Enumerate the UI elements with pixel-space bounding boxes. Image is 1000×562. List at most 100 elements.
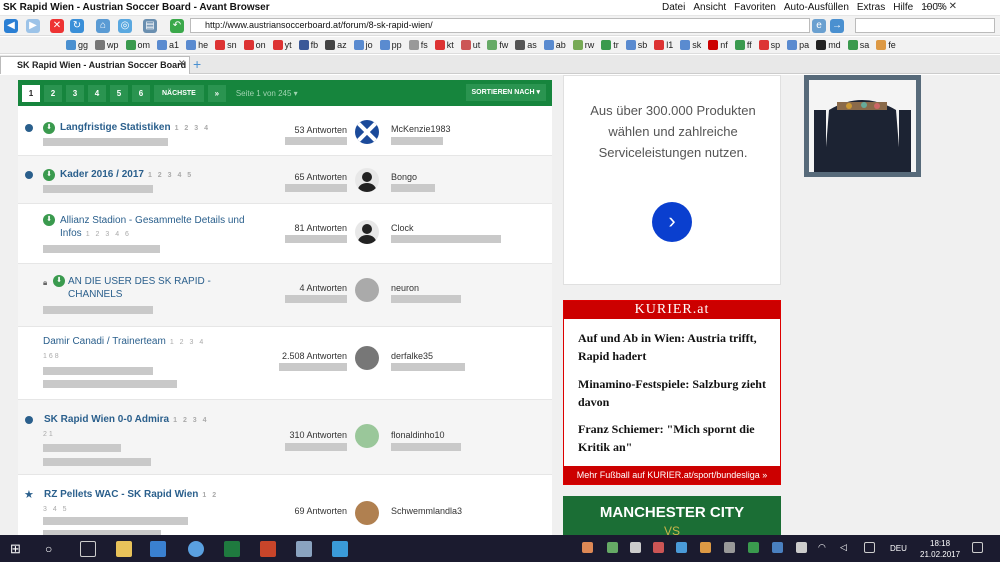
- topic-title[interactable]: Langfristige Statistiken 1 2 3 4: [60, 122, 210, 133]
- topic-pages[interactable]: 1 2 3 4: [170, 339, 205, 346]
- topic-pages[interactable]: 1 2 3 4: [175, 125, 210, 132]
- topic-row[interactable]: ⬇ Kader 2016 / 2017 1 2 3 4 5 65 Antworte…: [18, 156, 552, 204]
- ad-arrow-button[interactable]: ›: [652, 202, 692, 242]
- bookmark-md[interactable]: md: [816, 40, 841, 50]
- kurier-more-link[interactable]: Mehr Fußball auf KURIER.at/sport/bundesl…: [564, 466, 780, 484]
- tray-app-icon[interactable]: [724, 542, 735, 553]
- last-poster[interactable]: Schwemmlandla3: [391, 506, 462, 516]
- bookmark-sa[interactable]: sa: [847, 40, 869, 50]
- bookmark-kt[interactable]: kt: [434, 40, 454, 50]
- page-2[interactable]: 2: [44, 84, 62, 102]
- bookmark-fs[interactable]: fs: [408, 40, 428, 50]
- volume-icon[interactable]: ◁: [840, 542, 851, 553]
- tray-app-icon[interactable]: [700, 542, 711, 553]
- bookmark-jo[interactable]: jo: [353, 40, 373, 50]
- task-view-icon[interactable]: [80, 541, 96, 557]
- back-icon[interactable]: ◀: [4, 19, 18, 33]
- bookmark-gg[interactable]: gg: [66, 40, 88, 50]
- forward-icon[interactable]: ▶: [26, 19, 40, 33]
- undo-icon[interactable]: ↶: [170, 19, 184, 33]
- bookmark-ab[interactable]: ab: [543, 40, 566, 50]
- tray-app-icon[interactable]: [607, 542, 618, 553]
- topic-pages[interactable]: 1 2 3 4: [173, 417, 208, 424]
- bookmark-tr[interactable]: tr: [601, 40, 619, 50]
- bookmark-rw[interactable]: rw: [572, 40, 594, 50]
- page-5[interactable]: 5: [110, 84, 128, 102]
- search-icon[interactable]: ○: [45, 541, 61, 557]
- bookmark-om[interactable]: om: [125, 40, 150, 50]
- match-banner[interactable]: MANCHESTER CITY VS: [563, 496, 781, 535]
- avatar[interactable]: [355, 168, 379, 192]
- avatar[interactable]: [355, 501, 379, 525]
- bookmark-as[interactable]: as: [515, 40, 537, 50]
- topic-pages[interactable]: 1 2: [202, 492, 218, 499]
- windows-start-icon[interactable]: ⊞: [10, 541, 26, 557]
- profile-image[interactable]: [804, 75, 921, 177]
- topic-title[interactable]: SK Rapid Wien 0-0 Admira 1 2 3 4: [44, 414, 209, 425]
- go-icon[interactable]: →: [830, 19, 844, 33]
- tab-close-icon[interactable]: ✕: [178, 58, 186, 69]
- minimize-icon[interactable]: –: [925, 1, 931, 12]
- page-info-dropdown[interactable]: Seite 1 von 245 ▾: [236, 89, 298, 98]
- bookmark-he[interactable]: he: [186, 40, 208, 50]
- clock[interactable]: 18:18 21.02.2017: [920, 538, 960, 560]
- bookmark-sb[interactable]: sb: [625, 40, 647, 50]
- last-poster[interactable]: flonaldinho10: [391, 430, 445, 440]
- history-icon[interactable]: ◎: [118, 19, 132, 33]
- avatar[interactable]: [355, 424, 379, 448]
- tray-usb-icon[interactable]: [630, 542, 641, 553]
- topic-row[interactable]: 🔒︎ ⬇ AN DIE USER DES SK RAPID - CHANNELS…: [18, 264, 552, 327]
- bookmark-pp[interactable]: pp: [379, 40, 402, 50]
- last-page-button[interactable]: »: [207, 84, 226, 102]
- bookmark-sk[interactable]: sk: [680, 40, 701, 50]
- avatar[interactable]: [355, 120, 379, 144]
- kurier-article-link[interactable]: Auf und Ab in Wien: Austria trifft, Rapi…: [578, 329, 768, 365]
- kurier-logo[interactable]: KURIER.at: [564, 301, 780, 319]
- tray-app-icon[interactable]: [748, 542, 759, 553]
- topic-title[interactable]: Kader 2016 / 2017 1 2 3 4 5: [60, 169, 193, 180]
- topic-row[interactable]: SK Rapid Wien 0-0 Admira 1 2 3 4 21 310 A…: [18, 400, 552, 475]
- topic-pages-more[interactable]: 21: [43, 431, 55, 438]
- search-input[interactable]: [855, 18, 995, 33]
- bookmark-fw[interactable]: fw: [487, 40, 508, 50]
- bookmark-wp[interactable]: wp: [95, 40, 119, 50]
- stop-icon[interactable]: ✕: [50, 19, 64, 33]
- notification-icon[interactable]: [972, 542, 983, 553]
- paint-icon[interactable]: [296, 541, 312, 557]
- bookmark-yt[interactable]: yt: [272, 40, 292, 50]
- topic-pages-2[interactable]: 21: [43, 428, 55, 439]
- menu-hilfe[interactable]: Hilfe: [893, 2, 913, 13]
- bookmark-sp[interactable]: sp: [758, 40, 780, 50]
- excel-icon[interactable]: [224, 541, 240, 557]
- menu-favoriten[interactable]: Favoriten: [734, 2, 776, 13]
- last-poster[interactable]: derfalke35: [391, 351, 433, 361]
- avant-browser-icon[interactable]: [150, 541, 166, 557]
- ad-box[interactable]: Aus über 300.000 Produkten wählen und za…: [563, 75, 781, 285]
- url-input[interactable]: http://www.austriansoccerboard.at/forum/…: [190, 18, 810, 33]
- wifi-icon[interactable]: ◠: [818, 542, 829, 553]
- next-page-button[interactable]: NÄCHSTE: [154, 84, 204, 102]
- tray-app-icon[interactable]: [653, 542, 664, 553]
- close-icon[interactable]: ✕: [949, 1, 957, 12]
- file-explorer-icon[interactable]: [116, 541, 132, 557]
- itunes-icon[interactable]: [188, 541, 204, 557]
- page-4[interactable]: 4: [88, 84, 106, 102]
- bookmark-l1[interactable]: l1: [654, 40, 673, 50]
- topic-pages[interactable]: 1 2 3 4 5: [148, 172, 193, 179]
- bookmark-fe[interactable]: fe: [876, 40, 896, 50]
- menu-ansicht[interactable]: Ansicht: [693, 2, 726, 13]
- battery-icon[interactable]: [796, 542, 807, 553]
- avatar[interactable]: [355, 278, 379, 302]
- page-6[interactable]: 6: [132, 84, 150, 102]
- page-3[interactable]: 3: [66, 84, 84, 102]
- bookmark-az[interactable]: az: [325, 40, 347, 50]
- topic-title[interactable]: RZ Pellets WAC - SK Rapid Wien 1 2: [44, 489, 218, 500]
- maximize-icon[interactable]: □: [937, 1, 943, 12]
- topic-pages[interactable]: 1 2 3 4 6: [86, 231, 131, 238]
- bookmark-sn[interactable]: sn: [215, 40, 237, 50]
- bookmark-fb[interactable]: fb: [298, 40, 318, 50]
- topic-title[interactable]: Damir Canadi / Trainerteam 1 2 3 4: [43, 336, 205, 347]
- bookmark-ut[interactable]: ut: [460, 40, 480, 50]
- powerpoint-icon[interactable]: [260, 541, 276, 557]
- avatar[interactable]: [355, 346, 379, 370]
